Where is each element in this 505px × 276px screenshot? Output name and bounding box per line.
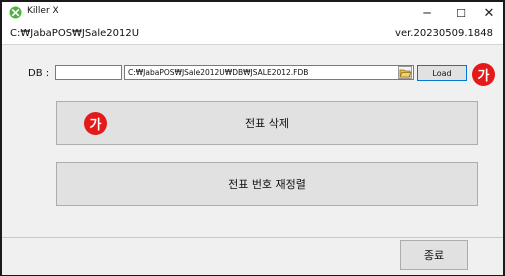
close-button[interactable]: ✕	[472, 2, 505, 24]
folder-icon[interactable]	[398, 66, 412, 79]
db-path-input[interactable]: C:₩JabaPOS₩JSale2012U₩DB₩JSALE2012.FDB	[124, 65, 414, 80]
app-window: Killer X ─ ☐ ✕ C:₩JabaPOS₩JSale2012U ver…	[0, 0, 505, 276]
exit-button[interactable]: 종료	[400, 240, 468, 270]
xbox-app-icon	[9, 6, 22, 19]
db-label: DB :	[28, 68, 50, 79]
install-path: C:₩JabaPOS₩JSale2012U	[10, 28, 140, 39]
version-label: ver.20230509.1848	[395, 28, 493, 39]
load-button[interactable]: Load	[417, 65, 467, 81]
delete-marker-badge: 가	[84, 112, 107, 135]
window-title: Killer X	[27, 6, 59, 16]
title-bar: Killer X ─ ☐ ✕	[2, 2, 503, 24]
db-short-input[interactable]	[55, 65, 122, 80]
minimize-button[interactable]: ─	[410, 2, 444, 24]
load-marker-badge: 가	[472, 63, 495, 86]
renumber-slip-button[interactable]: 전표 번호 재정렬	[56, 162, 478, 206]
delete-slip-button[interactable]: 전표 삭제	[56, 101, 478, 145]
path-bar: C:₩JabaPOS₩JSale2012U ver.20230509.1848	[2, 24, 503, 45]
